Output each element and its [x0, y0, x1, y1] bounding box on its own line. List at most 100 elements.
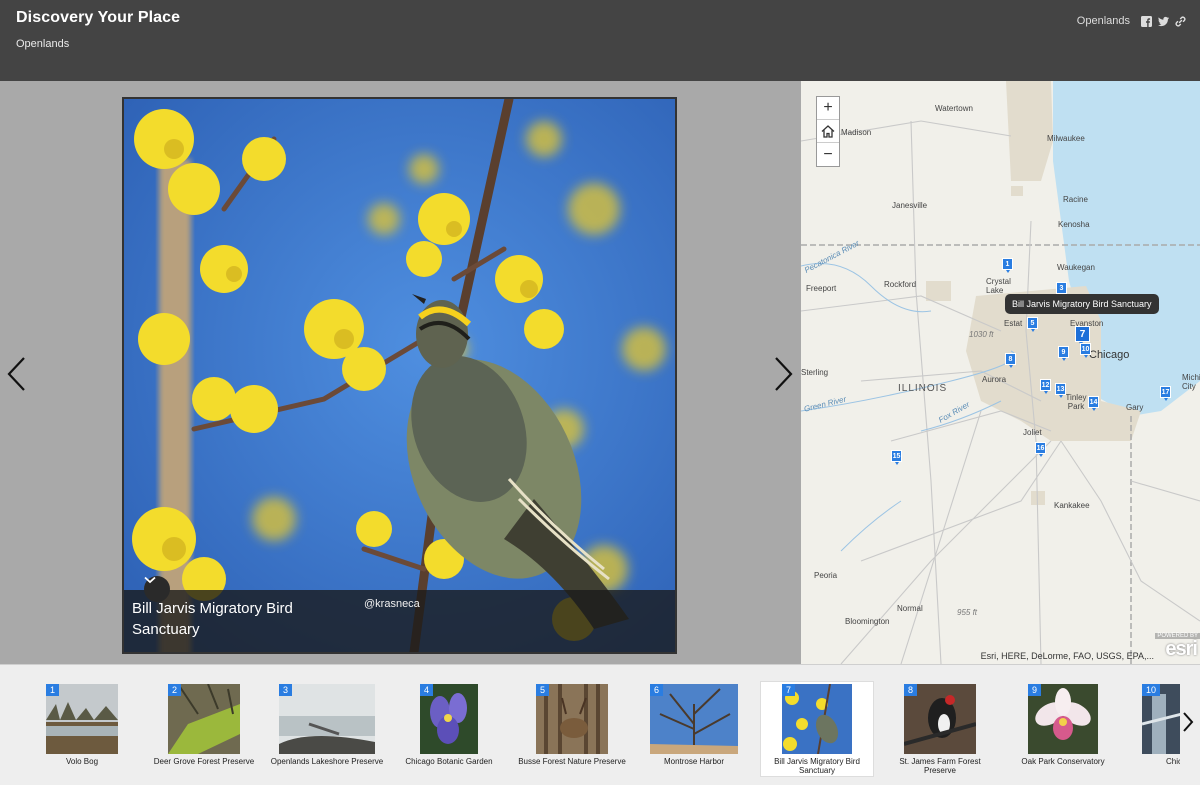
carousel-next-button[interactable] — [1178, 705, 1198, 739]
map-label-crystal-lake: Crystal Lake — [986, 277, 1011, 295]
carousel-item-lakeshore[interactable]: 3 Openlands Lakeshore Preserve — [270, 682, 384, 778]
thumb-number: 2 — [168, 684, 182, 696]
thumb-label: Montrose Harbor — [663, 757, 725, 766]
thumbnail-image: 5 — [536, 684, 608, 754]
carousel-item-volo-bog[interactable]: 1 Volo Bog — [25, 682, 139, 778]
photo-credit: @krasneca — [364, 598, 420, 610]
map-label-bloomington: Bloomington — [845, 617, 890, 626]
map-label-illinois: ILLINOIS — [898, 383, 948, 394]
thumbnail-image: 4 — [420, 684, 478, 754]
thumb-number: 7 — [782, 684, 796, 696]
page-title: Discovery Your Place — [16, 9, 181, 26]
zoom-out-button[interactable]: − — [817, 143, 839, 166]
carousel-item-10[interactable]: 10 Chic — [1128, 682, 1180, 778]
carousel-item-busse-forest[interactable]: 5 Busse Forest Nature Preserve — [515, 682, 629, 778]
carousel-item-oak-park[interactable]: 9 Oak Park Conservatory — [1006, 682, 1120, 778]
caption-title: Bill Jarvis Migratory Bird Sanctuary — [132, 600, 293, 638]
map-label-waukegan: Waukegan — [1057, 263, 1095, 272]
map-label-estates: Estat — [1004, 319, 1023, 328]
thumbnail-image: 10 — [1142, 684, 1180, 754]
map-label-kankakee: Kankakee — [1054, 501, 1090, 510]
map-marker-16[interactable]: 16 — [1035, 442, 1046, 457]
twitter-icon[interactable] — [1158, 16, 1169, 27]
thumb-label: Chic — [1165, 757, 1180, 766]
zoom-controls: + − — [816, 96, 840, 167]
thumb-label: Oak Park Conservatory — [1021, 757, 1105, 766]
thumb-number: 1 — [46, 684, 60, 696]
map-marker-3[interactable]: 3 — [1056, 282, 1067, 297]
thumbnail-image: 8 — [904, 684, 976, 754]
map-marker-8[interactable]: 8 — [1005, 353, 1016, 368]
map-marker-1[interactable]: 1 — [1002, 258, 1013, 273]
map-label-gary: Gary — [1126, 403, 1144, 412]
thumb-label: St. James Farm Forest Preserve — [899, 757, 981, 775]
zoom-in-button[interactable]: + — [817, 97, 839, 120]
thumb-number: 5 — [536, 684, 550, 696]
map-marker-17[interactable]: 17 — [1160, 386, 1171, 401]
thumbnail-image: 6 — [650, 684, 738, 754]
thumb-number: 6 — [650, 684, 664, 696]
home-extent-button[interactable] — [817, 120, 839, 143]
thumbnail-carousel: 1 Volo Bog 2 Deer Grove Forest Preserve … — [0, 664, 1200, 785]
thumb-label: Bill Jarvis Migratory Bird Sanctuary — [774, 757, 860, 775]
map-label-madison: Madison — [841, 128, 872, 137]
map-marker-14[interactable]: 14 — [1088, 396, 1099, 411]
map-label-freeport: Freeport — [806, 284, 837, 293]
thumbnail-image: 7 — [782, 684, 852, 754]
map-marker-13[interactable]: 13 — [1055, 383, 1066, 398]
esri-logo[interactable]: esri — [1165, 638, 1198, 661]
next-slide-button[interactable] — [770, 354, 798, 394]
map-label-racine: Racine — [1063, 195, 1088, 204]
app-header: Discovery Your Place Openlands Openlands — [0, 0, 1200, 81]
caption-bar: Bill Jarvis Migratory Bird Sanctuary @kr… — [124, 576, 675, 652]
carousel-item-bill-jarvis[interactable]: 7 Bill Jarvis Migratory Bird Sanctuary — [760, 681, 874, 777]
map-label-peoria: Peoria — [814, 571, 838, 580]
thumb-number: 3 — [279, 684, 293, 696]
map-label-sterling: Sterling — [801, 368, 829, 377]
thumbnail-image: 2 — [168, 684, 240, 754]
map-label-aurora: Aurora — [982, 375, 1007, 384]
carousel-item-botanic-garden[interactable]: 4 Chicago Botanic Garden — [392, 682, 506, 778]
media-panel: Bill Jarvis Migratory Bird Sanctuary @kr… — [0, 81, 801, 664]
thumb-number: 10 — [1142, 684, 1161, 696]
map-marker-15[interactable]: 15 — [891, 450, 902, 465]
map-panel[interactable]: Watertown Madison Milwaukee Racine Janes… — [801, 81, 1200, 664]
map-tooltip: Bill Jarvis Migratory Bird Sanctuary — [1005, 294, 1159, 314]
thumbnail-image: 9 — [1028, 684, 1098, 754]
main-photo: Bill Jarvis Migratory Bird Sanctuary @kr… — [122, 97, 677, 654]
map-attribution[interactable]: Esri, HERE, DeLorme, FAO, USGS, EPA,... — [981, 651, 1154, 661]
carousel-item-st-james-farm[interactable]: 8 St. James Farm Forest Preserve — [883, 682, 997, 778]
chevron-right-icon — [1183, 712, 1194, 732]
link-icon[interactable] — [1175, 16, 1186, 27]
basemap — [801, 81, 1200, 664]
page-subtitle: Openlands — [16, 38, 70, 50]
chevron-down-icon — [144, 576, 156, 584]
carousel-item-deer-grove[interactable]: 2 Deer Grove Forest Preserve — [147, 682, 261, 778]
map-label-kenosha: Kenosha — [1058, 220, 1090, 229]
previous-slide-button[interactable] — [2, 354, 30, 394]
map-label-milwaukee: Milwaukee — [1047, 134, 1085, 143]
home-icon — [821, 124, 835, 138]
thumb-label: Chicago Botanic Garden — [405, 757, 493, 766]
map-marker-7[interactable]: 7 — [1075, 326, 1090, 345]
map-label-normal: Normal — [897, 604, 923, 613]
map-label-elevation-955: 955 ft — [957, 608, 978, 617]
thumb-label: Openlands Lakeshore Preserve — [270, 757, 384, 766]
carousel-item-montrose-harbor[interactable]: 6 Montrose Harbor — [637, 682, 751, 778]
map-marker-9[interactable]: 9 — [1058, 346, 1069, 361]
map-marker-10[interactable]: 10 — [1080, 343, 1091, 358]
map-label-watertown: Watertown — [935, 104, 973, 113]
map-label-tinley-park: Tinley Park — [1065, 393, 1087, 411]
facebook-icon[interactable] — [1141, 15, 1152, 27]
thumb-number: 8 — [904, 684, 918, 696]
map-label-elevation-1030: 1030 ft — [969, 330, 994, 339]
map-marker-12[interactable]: 12 — [1040, 379, 1051, 394]
map-label-rockford: Rockford — [884, 280, 917, 289]
map-marker-5[interactable]: 5 — [1027, 317, 1038, 332]
map-label-janesville: Janesville — [892, 201, 928, 210]
map-label-michigan-city: Michigan City — [1182, 373, 1200, 391]
thumbnail-image: 3 — [279, 684, 375, 754]
thumb-label: Deer Grove Forest Preserve — [153, 757, 255, 766]
brand-link[interactable]: Openlands — [1077, 15, 1130, 27]
chevron-right-icon — [775, 357, 793, 391]
